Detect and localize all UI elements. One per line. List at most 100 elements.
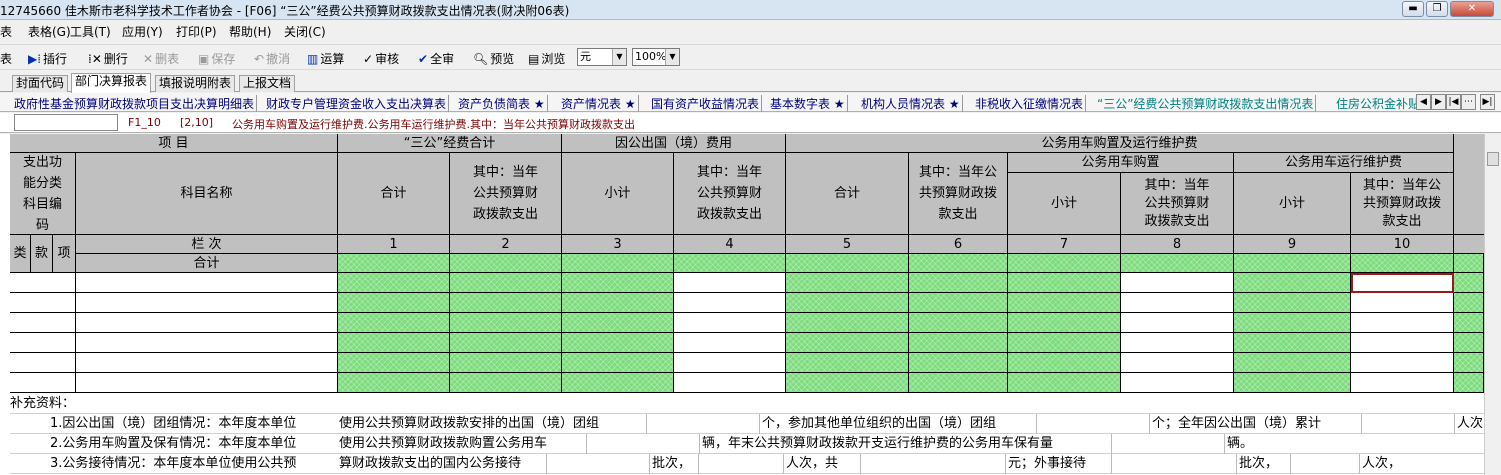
tab-upload-documents[interactable]: 上报文档 bbox=[239, 75, 296, 92]
table-row-cell[interactable] bbox=[76, 333, 338, 353]
table-cell[interactable] bbox=[674, 373, 786, 393]
tab-balance-sheet[interactable]: 资产负债简表 ★ bbox=[458, 95, 548, 112]
scroll-thumb[interactable] bbox=[1487, 152, 1499, 166]
supp3-domestic-persons-input[interactable] bbox=[698, 454, 784, 474]
toolbar: 表 ▶⁞ 插行 ⁞✕ 删行 ✕ 删表 ▣ 保存 ↶ 撤消 ▥ 运算 ✓ 审核 ✔ 全审 🔍︎ 预览… bbox=[0, 44, 1501, 70]
zoom-select[interactable]: 100% ▼ bbox=[632, 48, 680, 66]
table-row-cell[interactable] bbox=[76, 273, 338, 293]
table-cell bbox=[562, 353, 674, 373]
tab-department-reports[interactable]: 部门决算报表 bbox=[71, 73, 152, 93]
table-cell[interactable] bbox=[674, 333, 786, 353]
supp2-vehicles-purchased-input[interactable] bbox=[586, 434, 700, 454]
table-cell[interactable] bbox=[1351, 373, 1454, 393]
audit-all-button[interactable]: ✔ 全审 bbox=[418, 50, 454, 67]
vertical-scrollbar[interactable] bbox=[1484, 134, 1501, 475]
header-c6: 其中：当年公共预算财政拨款支出 bbox=[909, 153, 1008, 235]
table-cell[interactable] bbox=[1351, 353, 1454, 373]
menu-help[interactable]: 帮助(H) bbox=[229, 23, 271, 40]
scroll-left-icon[interactable]: ◀ bbox=[1416, 94, 1431, 110]
table-cell[interactable] bbox=[1121, 273, 1234, 293]
supp3-domestic-amount-input[interactable] bbox=[860, 454, 1006, 474]
table-cell[interactable] bbox=[674, 313, 786, 333]
supp3-domestic-batches-input[interactable] bbox=[546, 454, 650, 474]
table-cell bbox=[1454, 273, 1484, 293]
last-tab-icon[interactable]: ▶| bbox=[1480, 94, 1495, 110]
supp1-other-groups-input[interactable] bbox=[1036, 414, 1150, 434]
table-row-cell[interactable] bbox=[76, 313, 338, 333]
menu-print[interactable]: 打印(P) bbox=[176, 23, 217, 40]
table-row-cell[interactable] bbox=[10, 373, 76, 393]
insert-row-button[interactable]: ▶⁞ 插行 bbox=[28, 50, 67, 67]
calculate-button[interactable]: ▥ 运算 bbox=[307, 50, 344, 67]
undo-button[interactable]: ↶ 撤消 bbox=[254, 50, 290, 67]
tab-basic-numbers[interactable]: 基本数字表 ★ bbox=[770, 95, 848, 112]
supp1-persons-input[interactable] bbox=[1361, 414, 1455, 434]
table-row-cell[interactable] bbox=[10, 313, 76, 333]
tab-gov-fund-detail[interactable]: 政府性基金预算财政拨款项目支出决算明细表 bbox=[14, 95, 258, 112]
menu-table[interactable]: 表格(G) bbox=[28, 23, 71, 40]
table-cell[interactable] bbox=[1121, 293, 1234, 313]
preview-button[interactable]: 🔍︎ 预览 bbox=[473, 50, 514, 67]
table-cell[interactable] bbox=[674, 293, 786, 313]
table-cell[interactable] bbox=[1351, 313, 1454, 333]
tab-assets[interactable]: 资产情况表 ★ bbox=[561, 95, 639, 112]
supp3-foreign-batches-input[interactable] bbox=[1111, 454, 1237, 474]
delete-row-button[interactable]: ⁞✕ 删行 bbox=[88, 50, 128, 67]
table-cell[interactable] bbox=[1351, 333, 1454, 353]
table-row-cell[interactable] bbox=[76, 293, 338, 313]
cell-name-input[interactable] bbox=[14, 114, 118, 131]
supp3-text-e: 元；外事接待 bbox=[1008, 456, 1087, 471]
supp3-foreign-persons-input[interactable] bbox=[1290, 454, 1360, 474]
unit-select[interactable]: 元 ▼ bbox=[577, 48, 627, 66]
table-cell[interactable] bbox=[1121, 373, 1234, 393]
menu-apply[interactable]: 应用(Y) bbox=[122, 23, 163, 40]
table-row-cell[interactable] bbox=[10, 353, 76, 373]
tab-cover-code[interactable]: 封面代码 bbox=[12, 75, 69, 92]
tab-special-account[interactable]: 财政专户管理资金收入支出决算表 bbox=[266, 95, 450, 112]
minimize-icon[interactable]: ▬ bbox=[1402, 1, 1424, 17]
menu-tools[interactable]: 工具(T) bbox=[70, 23, 111, 40]
save-button[interactable]: ▣ 保存 bbox=[198, 50, 235, 67]
menu-table-short[interactable]: 表 bbox=[0, 23, 12, 40]
table-cell[interactable] bbox=[1351, 293, 1454, 313]
table-row-cell[interactable] bbox=[10, 293, 76, 313]
tab-three-public[interactable]: “三公”经费公共预算财政拨款支出情况表 bbox=[1097, 95, 1317, 112]
table-cell[interactable] bbox=[674, 273, 786, 293]
menu-close[interactable]: 关闭(C) bbox=[284, 23, 326, 40]
maximize-icon[interactable]: ❐ bbox=[1426, 1, 1448, 17]
total-row-cell bbox=[1454, 254, 1484, 273]
table-row-cell[interactable] bbox=[10, 273, 76, 293]
supp2-text-b: 使用公共预算财政拨款购置公务用车 bbox=[339, 436, 548, 451]
supplement-line-2: 2.公务用车购置及保有情况：本年度本单位 使用公共预算财政拨款购置公务用车 辆，… bbox=[10, 434, 1501, 454]
selected-cell[interactable] bbox=[1351, 273, 1454, 293]
tab-housing-fund[interactable]: 住房公积金补贴 bbox=[1336, 95, 1416, 112]
audit-button[interactable]: ✓ 审核 bbox=[363, 50, 399, 67]
tab-asset-income[interactable]: 国有资产收益情况表 bbox=[651, 95, 763, 112]
scroll-right-icon[interactable]: ▶ bbox=[1431, 94, 1446, 110]
supp2-text-c: 辆，年末公共预算财政拨款开支运行维护费的公务用车保有量 bbox=[702, 436, 1054, 451]
delete-table-button[interactable]: ✕ 删表 bbox=[143, 50, 179, 67]
table-row-cell[interactable] bbox=[76, 373, 338, 393]
table-cell[interactable] bbox=[674, 353, 786, 373]
close-icon[interactable]: ✕ bbox=[1450, 1, 1494, 17]
supp2-vehicles-held-input[interactable] bbox=[1111, 434, 1225, 454]
total-row-cell bbox=[909, 254, 1008, 273]
browse-button[interactable]: ▤ 浏览 bbox=[528, 50, 565, 67]
supp1-overseas-groups-input[interactable] bbox=[646, 414, 760, 434]
table-cell bbox=[450, 313, 562, 333]
total-row-cell bbox=[1234, 254, 1351, 273]
tab-instruction-tables[interactable]: 填报说明附表 bbox=[155, 75, 236, 92]
table-cell bbox=[909, 273, 1008, 293]
total-row-cell bbox=[674, 254, 786, 273]
tab-non-tax[interactable]: 非税收入征缴情况表 bbox=[975, 95, 1087, 112]
table-button[interactable]: 表 bbox=[0, 50, 12, 67]
table-cell[interactable] bbox=[1121, 313, 1234, 333]
tab-staffing[interactable]: 机构人员情况表 ★ bbox=[861, 95, 963, 112]
first-tab-icon[interactable]: |◀ bbox=[1446, 94, 1461, 110]
table-row-cell[interactable] bbox=[10, 333, 76, 353]
table-cell[interactable] bbox=[1121, 333, 1234, 353]
table-cell[interactable] bbox=[1121, 353, 1234, 373]
more-tabs-icon[interactable]: ⋯ bbox=[1461, 94, 1476, 110]
header-vehicle-maintenance: 公务用车运行维护费 bbox=[1234, 153, 1454, 173]
table-row-cell[interactable] bbox=[76, 353, 338, 373]
